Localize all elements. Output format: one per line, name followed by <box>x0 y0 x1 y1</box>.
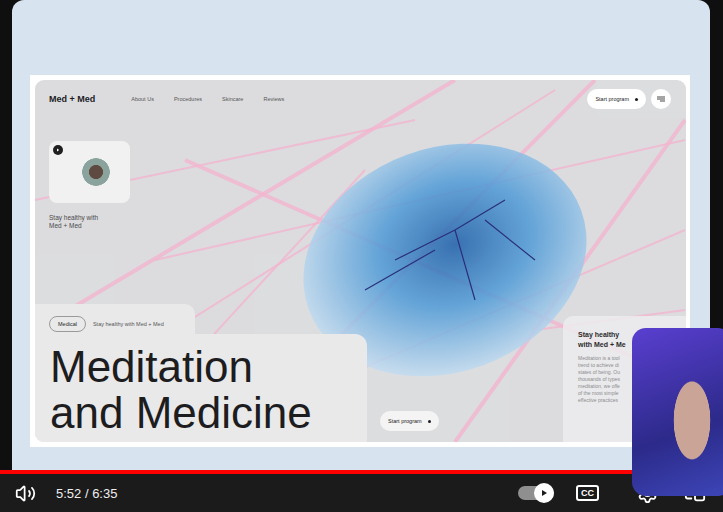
tag[interactable]: Medical <box>49 316 86 332</box>
video-frame[interactable]: Med + Med About Us Procedures Skincare Revie… <box>12 0 710 470</box>
time-display: 5:52 / 6:35 <box>56 486 117 501</box>
hero-bottom: Medical Stay healthy with Med + Med Medita… <box>35 304 686 442</box>
dot-icon <box>635 98 638 101</box>
play-icon <box>540 489 548 497</box>
volume-button[interactable] <box>15 483 36 504</box>
captions-button[interactable]: CC <box>576 485 599 501</box>
nav-item[interactable]: About Us <box>131 96 154 102</box>
nav-item[interactable]: Skincare <box>222 96 243 102</box>
start-program-button[interactable]: Start program <box>587 89 646 109</box>
promo-photo <box>49 141 130 203</box>
nav-item[interactable]: Procedures <box>174 96 202 102</box>
menu-icon <box>657 96 665 102</box>
promo-card[interactable]: Stay healthy withMed + Med <box>49 141 139 230</box>
website-screenshot: Med + Med About Us Procedures Skincare Revie… <box>30 75 690 447</box>
dot-icon <box>428 420 431 423</box>
control-bar: 5:52 / 6:35 CC <box>0 474 723 512</box>
site-header: Med + Med About Us Procedures Skincare Revie… <box>35 80 686 118</box>
tagline: Stay healthy with Med + Med <box>93 321 164 327</box>
cta-button[interactable]: Start program <box>380 411 439 431</box>
webcam-overlay <box>632 328 723 496</box>
tag-row: Medical Stay healthy with Med + Med <box>35 304 195 334</box>
headline-line: and Medicine <box>50 390 357 436</box>
site-logo[interactable]: Med + Med <box>49 94 95 104</box>
play-button[interactable] <box>53 145 63 155</box>
website-page: Med + Med About Us Procedures Skincare Revie… <box>35 80 686 442</box>
menu-button[interactable] <box>651 89 671 109</box>
autoplay-toggle[interactable] <box>518 486 554 500</box>
volume-icon <box>15 483 36 504</box>
promo-caption: Stay healthy withMed + Med <box>49 214 139 230</box>
nav-item[interactable]: Reviews <box>263 96 284 102</box>
play-icon <box>56 148 60 152</box>
headline-panel: Medical Stay healthy with Med + Med Medita… <box>35 304 367 442</box>
video-player: Med + Med About Us Procedures Skincare Revie… <box>0 0 723 512</box>
site-nav: About Us Procedures Skincare Reviews <box>131 96 284 102</box>
headline-line: Meditation <box>50 344 357 390</box>
headline: Meditationand Medicine <box>35 334 367 442</box>
toggle-knob <box>534 483 554 503</box>
